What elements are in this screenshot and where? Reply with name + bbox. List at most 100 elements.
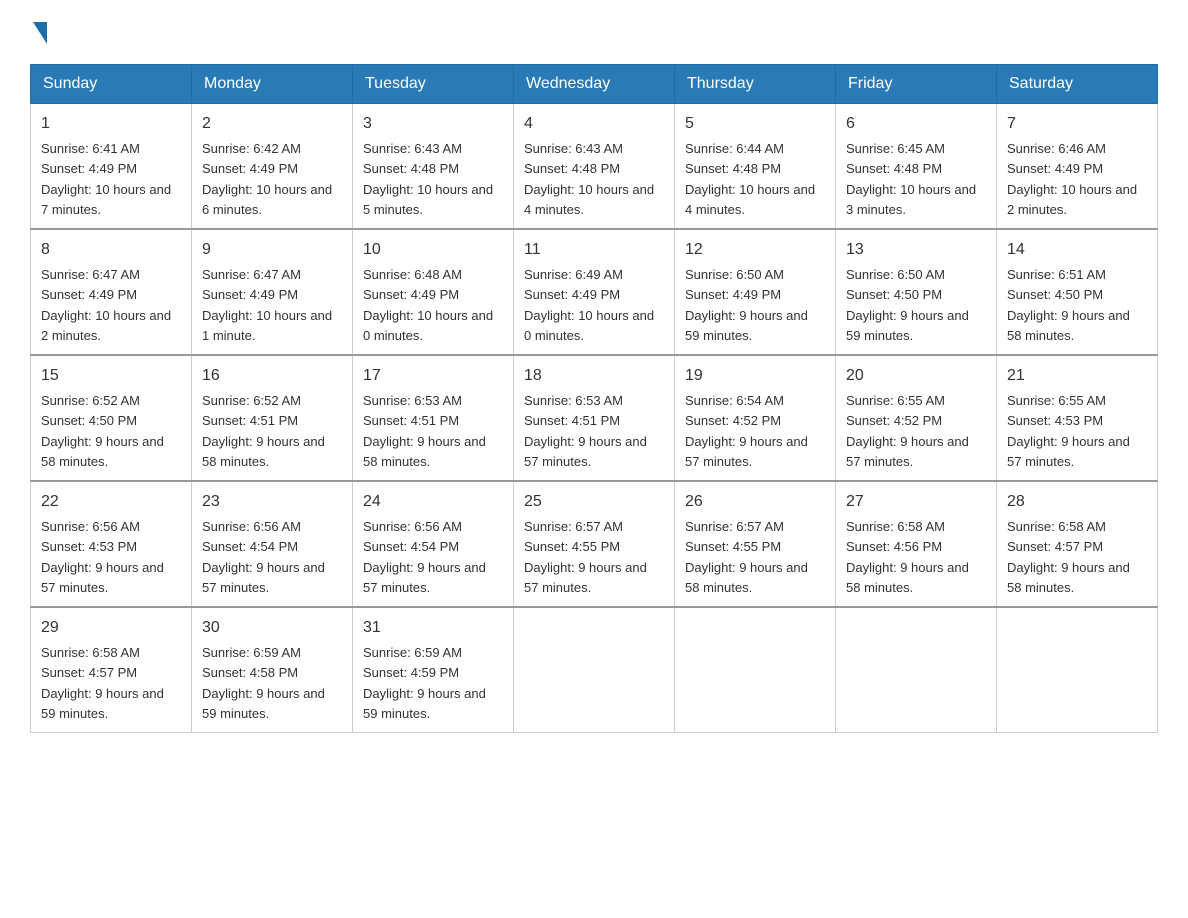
table-row: 3 Sunrise: 6:43 AMSunset: 4:48 PMDaylight… (353, 104, 514, 230)
day-info: Sunrise: 6:55 AMSunset: 4:53 PMDaylight:… (1007, 393, 1130, 469)
day-number: 15 (41, 364, 181, 388)
day-number: 21 (1007, 364, 1147, 388)
day-info: Sunrise: 6:52 AMSunset: 4:50 PMDaylight:… (41, 393, 164, 469)
day-info: Sunrise: 6:50 AMSunset: 4:49 PMDaylight:… (685, 267, 808, 343)
day-number: 26 (685, 490, 825, 514)
table-row: 7 Sunrise: 6:46 AMSunset: 4:49 PMDaylight… (997, 104, 1158, 230)
table-row: 31 Sunrise: 6:59 AMSunset: 4:59 PMDayligh… (353, 607, 514, 733)
table-row: 27 Sunrise: 6:58 AMSunset: 4:56 PMDayligh… (836, 481, 997, 607)
day-number: 9 (202, 238, 342, 262)
table-row: 6 Sunrise: 6:45 AMSunset: 4:48 PMDaylight… (836, 104, 997, 230)
day-number: 16 (202, 364, 342, 388)
table-row: 22 Sunrise: 6:56 AMSunset: 4:53 PMDayligh… (31, 481, 192, 607)
table-row: 15 Sunrise: 6:52 AMSunset: 4:50 PMDayligh… (31, 355, 192, 481)
day-info: Sunrise: 6:56 AMSunset: 4:53 PMDaylight:… (41, 519, 164, 595)
day-number: 11 (524, 238, 664, 262)
day-info: Sunrise: 6:56 AMSunset: 4:54 PMDaylight:… (363, 519, 486, 595)
day-info: Sunrise: 6:58 AMSunset: 4:56 PMDaylight:… (846, 519, 969, 595)
week-row-4: 22 Sunrise: 6:56 AMSunset: 4:53 PMDayligh… (31, 481, 1158, 607)
day-number: 30 (202, 616, 342, 640)
table-row: 30Sunrise: 6:59 AMSunset: 4:58 PMDayligh… (192, 607, 353, 733)
day-number: 25 (524, 490, 664, 514)
table-row: 11 Sunrise: 6:49 AMSunset: 4:49 PMDayligh… (514, 229, 675, 355)
table-row: 26 Sunrise: 6:57 AMSunset: 4:55 PMDayligh… (675, 481, 836, 607)
day-info: Sunrise: 6:58 AMSunset: 4:57 PMDaylight:… (1007, 519, 1130, 595)
day-number: 5 (685, 112, 825, 136)
table-row: 10 Sunrise: 6:48 AMSunset: 4:49 PMDayligh… (353, 229, 514, 355)
day-number: 1 (41, 112, 181, 136)
weekday-header-row: SundayMondayTuesdayWednesdayThursdayFrid… (31, 65, 1158, 104)
table-row: 28 Sunrise: 6:58 AMSunset: 4:57 PMDayligh… (997, 481, 1158, 607)
weekday-header-wednesday: Wednesday (514, 65, 675, 104)
day-number: 29 (41, 616, 181, 640)
table-row: 8Sunrise: 6:47 AMSunset: 4:49 PMDaylight… (31, 229, 192, 355)
day-number: 17 (363, 364, 503, 388)
table-row (675, 607, 836, 733)
day-number: 13 (846, 238, 986, 262)
logo (30, 20, 47, 44)
day-info: Sunrise: 6:49 AMSunset: 4:49 PMDaylight:… (524, 267, 654, 343)
day-info: Sunrise: 6:53 AMSunset: 4:51 PMDaylight:… (363, 393, 486, 469)
day-info: Sunrise: 6:41 AMSunset: 4:49 PMDaylight:… (41, 141, 171, 217)
weekday-header-friday: Friday (836, 65, 997, 104)
day-info: Sunrise: 6:54 AMSunset: 4:52 PMDaylight:… (685, 393, 808, 469)
table-row: 19Sunrise: 6:54 AMSunset: 4:52 PMDayligh… (675, 355, 836, 481)
week-row-5: 29 Sunrise: 6:58 AMSunset: 4:57 PMDayligh… (31, 607, 1158, 733)
logo-arrow-icon (33, 22, 47, 44)
table-row: 2Sunrise: 6:42 AMSunset: 4:49 PMDaylight… (192, 104, 353, 230)
day-info: Sunrise: 6:59 AMSunset: 4:59 PMDaylight:… (363, 645, 486, 721)
table-row: 25Sunrise: 6:57 AMSunset: 4:55 PMDayligh… (514, 481, 675, 607)
table-row: 17 Sunrise: 6:53 AMSunset: 4:51 PMDayligh… (353, 355, 514, 481)
day-info: Sunrise: 6:52 AMSunset: 4:51 PMDaylight:… (202, 393, 325, 469)
table-row (997, 607, 1158, 733)
table-row: 21 Sunrise: 6:55 AMSunset: 4:53 PMDayligh… (997, 355, 1158, 481)
weekday-header-thursday: Thursday (675, 65, 836, 104)
table-row: 24Sunrise: 6:56 AMSunset: 4:54 PMDayligh… (353, 481, 514, 607)
week-row-1: 1 Sunrise: 6:41 AMSunset: 4:49 PMDaylight… (31, 104, 1158, 230)
day-info: Sunrise: 6:47 AMSunset: 4:49 PMDaylight:… (202, 267, 332, 343)
day-info: Sunrise: 6:44 AMSunset: 4:48 PMDaylight:… (685, 141, 815, 217)
day-number: 27 (846, 490, 986, 514)
day-info: Sunrise: 6:48 AMSunset: 4:49 PMDaylight:… (363, 267, 493, 343)
day-number: 18 (524, 364, 664, 388)
table-row: 9 Sunrise: 6:47 AMSunset: 4:49 PMDaylight… (192, 229, 353, 355)
day-number: 28 (1007, 490, 1147, 514)
table-row: 13 Sunrise: 6:50 AMSunset: 4:50 PMDayligh… (836, 229, 997, 355)
table-row: 12 Sunrise: 6:50 AMSunset: 4:49 PMDayligh… (675, 229, 836, 355)
day-info: Sunrise: 6:45 AMSunset: 4:48 PMDaylight:… (846, 141, 976, 217)
table-row: 23 Sunrise: 6:56 AMSunset: 4:54 PMDayligh… (192, 481, 353, 607)
table-row (836, 607, 997, 733)
table-row: 18 Sunrise: 6:53 AMSunset: 4:51 PMDayligh… (514, 355, 675, 481)
day-info: Sunrise: 6:50 AMSunset: 4:50 PMDaylight:… (846, 267, 969, 343)
day-number: 22 (41, 490, 181, 514)
day-info: Sunrise: 6:58 AMSunset: 4:57 PMDaylight:… (41, 645, 164, 721)
day-number: 14 (1007, 238, 1147, 262)
day-number: 10 (363, 238, 503, 262)
day-info: Sunrise: 6:46 AMSunset: 4:49 PMDaylight:… (1007, 141, 1137, 217)
day-number: 6 (846, 112, 986, 136)
day-number: 20 (846, 364, 986, 388)
day-number: 7 (1007, 112, 1147, 136)
day-info: Sunrise: 6:43 AMSunset: 4:48 PMDaylight:… (363, 141, 493, 217)
day-info: Sunrise: 6:56 AMSunset: 4:54 PMDaylight:… (202, 519, 325, 595)
day-number: 23 (202, 490, 342, 514)
table-row: 16 Sunrise: 6:52 AMSunset: 4:51 PMDayligh… (192, 355, 353, 481)
table-row: 29 Sunrise: 6:58 AMSunset: 4:57 PMDayligh… (31, 607, 192, 733)
calendar-table: SundayMondayTuesdayWednesdayThursdayFrid… (30, 64, 1158, 733)
day-number: 8 (41, 238, 181, 262)
day-number: 3 (363, 112, 503, 136)
day-info: Sunrise: 6:57 AMSunset: 4:55 PMDaylight:… (685, 519, 808, 595)
table-row: 5 Sunrise: 6:44 AMSunset: 4:48 PMDaylight… (675, 104, 836, 230)
weekday-header-sunday: Sunday (31, 65, 192, 104)
day-info: Sunrise: 6:51 AMSunset: 4:50 PMDaylight:… (1007, 267, 1130, 343)
day-number: 12 (685, 238, 825, 262)
day-number: 31 (363, 616, 503, 640)
day-info: Sunrise: 6:53 AMSunset: 4:51 PMDaylight:… (524, 393, 647, 469)
table-row: 14 Sunrise: 6:51 AMSunset: 4:50 PMDayligh… (997, 229, 1158, 355)
table-row: 4Sunrise: 6:43 AMSunset: 4:48 PMDaylight… (514, 104, 675, 230)
day-number: 4 (524, 112, 664, 136)
page-header (30, 20, 1158, 44)
day-info: Sunrise: 6:55 AMSunset: 4:52 PMDaylight:… (846, 393, 969, 469)
weekday-header-tuesday: Tuesday (353, 65, 514, 104)
day-number: 2 (202, 112, 342, 136)
